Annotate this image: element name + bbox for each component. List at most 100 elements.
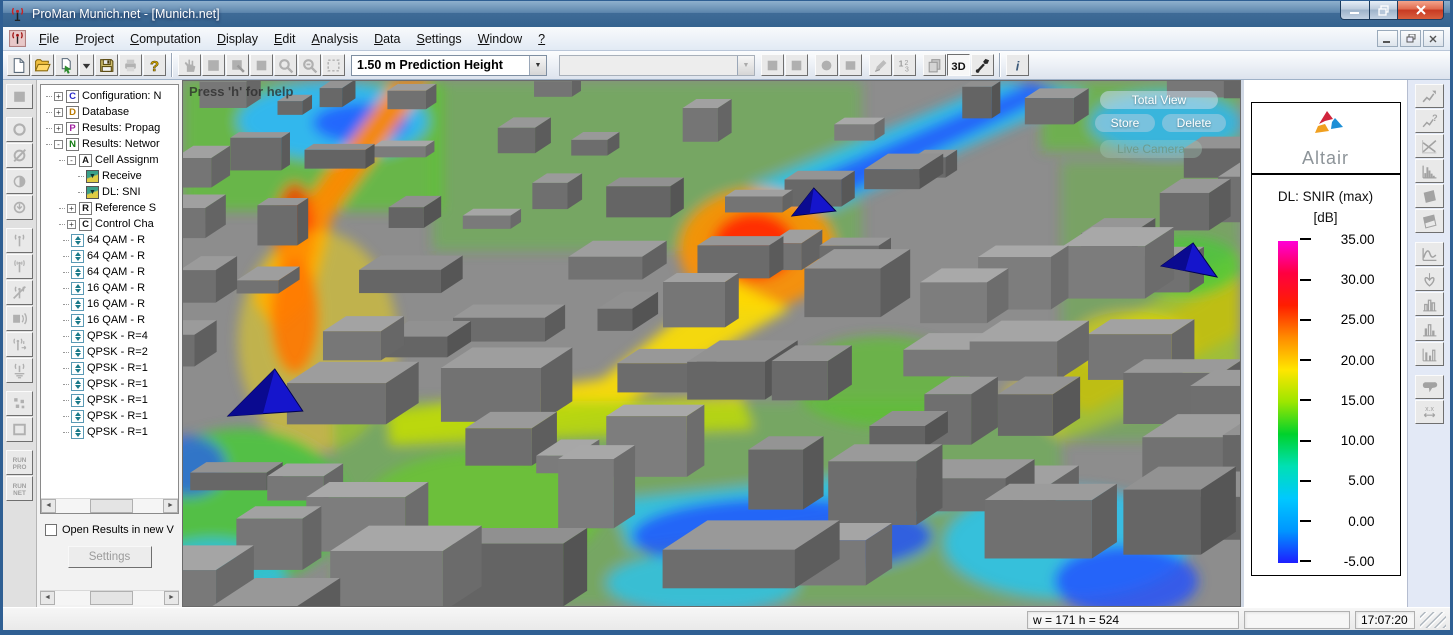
bar-chart-1-button: [1415, 292, 1444, 316]
scrollbar-thumb[interactable]: [90, 591, 134, 605]
tree-item[interactable]: 16 QAM - R: [44, 312, 178, 328]
open-folder-button[interactable]: [31, 54, 54, 76]
ellipse-tool-icon: [818, 57, 835, 74]
scroll-left-icon[interactable]: ◄: [40, 591, 55, 605]
tree-item[interactable]: -NResults: Networ: [44, 136, 178, 152]
tree-item[interactable]: 64 QAM - R: [44, 248, 178, 264]
select-area-button: [202, 54, 225, 76]
scrollbar-thumb[interactable]: [90, 499, 133, 513]
mdi-minimize-button[interactable]: [1377, 30, 1398, 47]
plot-question-button: ?: [1415, 109, 1444, 133]
tree-collapse-icon[interactable]: -: [54, 140, 63, 149]
live-camera-button[interactable]: Live Camera: [1100, 140, 1202, 158]
tree-item[interactable]: QPSK - R=1: [44, 376, 178, 392]
scroll-left-icon[interactable]: ◄: [41, 499, 56, 513]
tree-item[interactable]: QPSK - R=2: [44, 344, 178, 360]
mdi-restore-button[interactable]: [1400, 30, 1421, 47]
help-icon: ?: [146, 57, 163, 74]
prediction-height-combo[interactable]: 1.50 m Prediction Height ▼: [351, 55, 547, 76]
3d-viewport[interactable]: Press 'h' for help Total View Store Dele…: [182, 80, 1241, 607]
tree-item-label: Receive: [102, 170, 142, 182]
tree-expand-icon[interactable]: +: [54, 92, 63, 101]
modulation-spin-icon: [71, 234, 84, 247]
tree-item[interactable]: +DDatabase: [44, 104, 178, 120]
tree-item[interactable]: 16 QAM - R: [44, 296, 178, 312]
tree-item[interactable]: ▼Receive: [44, 168, 178, 184]
antenna-pattern-button: [1415, 267, 1444, 291]
tree-expand-icon[interactable]: +: [54, 124, 63, 133]
tree-item-label: QPSK - R=2: [87, 346, 148, 358]
modulation-spin-icon: [71, 266, 84, 279]
tree-item-label: Results: Networ: [82, 138, 160, 150]
dropdown-arrow-button[interactable]: [79, 54, 94, 76]
tree-item-label: Results: Propag: [82, 122, 160, 134]
tree-expand-icon[interactable]: +: [67, 220, 76, 229]
tree-horizontal-scrollbar[interactable]: ◄ ►: [41, 498, 178, 513]
tree-item[interactable]: 64 QAM - R: [44, 264, 178, 280]
titlebar[interactable]: ProMan Munich.net - [Munich.net]: [3, 1, 1450, 27]
copy-page-icon: [926, 57, 943, 74]
help-button[interactable]: ?: [143, 54, 166, 76]
tree-item[interactable]: QPSK - R=1: [44, 392, 178, 408]
filled-rect-icon: [11, 88, 28, 105]
modulation-spin-icon: [71, 394, 84, 407]
antenna-off-icon: [11, 284, 28, 301]
antenna-move-button: [6, 332, 33, 357]
resize-grip[interactable]: [1420, 612, 1446, 628]
value-range-button: x.x: [1415, 400, 1444, 424]
three-d-button[interactable]: 3D: [947, 54, 970, 76]
menu-computation[interactable]: Computation: [122, 29, 209, 49]
tree-item[interactable]: QPSK - R=1: [44, 360, 178, 376]
legend-tick: 15.00: [1300, 393, 1375, 408]
restore-button[interactable]: [1370, 1, 1398, 20]
delete-button[interactable]: Delete: [1162, 114, 1226, 132]
mdi-close-button[interactable]: [1423, 30, 1444, 47]
wrench-button[interactable]: [971, 54, 994, 76]
tree-collapse-icon[interactable]: -: [67, 156, 76, 165]
close-button[interactable]: [1398, 1, 1444, 20]
tree-item[interactable]: 16 QAM - R: [44, 280, 178, 296]
tree-item[interactable]: +RReference S: [44, 200, 178, 216]
open-results-row[interactable]: Open Results in new V: [45, 524, 177, 536]
tree-item[interactable]: QPSK - R=1: [44, 424, 178, 440]
info-button[interactable]: i: [1006, 54, 1029, 76]
tree-item[interactable]: 64 QAM - R: [44, 232, 178, 248]
circle-outline-icon: [11, 121, 28, 138]
minimize-button[interactable]: [1340, 1, 1370, 20]
antenna-move-icon: [11, 336, 28, 353]
tree-item[interactable]: +PResults: Propag: [44, 120, 178, 136]
combo-dropdown-arrow-icon[interactable]: ▼: [529, 56, 546, 75]
new-document-button[interactable]: [7, 54, 30, 76]
tree-expand-icon[interactable]: +: [54, 108, 63, 117]
menu-project[interactable]: Project: [67, 29, 122, 49]
menu-file[interactable]: File: [31, 29, 67, 49]
menu-edit[interactable]: Edit: [266, 29, 304, 49]
tree-item[interactable]: QPSK - R=4: [44, 328, 178, 344]
tree-item[interactable]: ▼DL: SNI: [44, 184, 178, 200]
settings-button[interactable]: Settings: [68, 546, 152, 568]
menu-window[interactable]: Window: [470, 29, 530, 49]
tree-item[interactable]: QPSK - R=1: [44, 408, 178, 424]
modulation-spin-icon: [71, 362, 84, 375]
total-view-button[interactable]: Total View: [1100, 91, 1218, 109]
rectangle-tool-icon: [842, 57, 859, 74]
scroll-right-icon[interactable]: ►: [163, 499, 178, 513]
histogram-chart-icon: [1421, 163, 1438, 180]
save-button[interactable]: [95, 54, 118, 76]
open-results-checkbox[interactable]: [45, 524, 57, 536]
menu-analysis[interactable]: Analysis: [304, 29, 367, 49]
menu-display[interactable]: Display: [209, 29, 266, 49]
panel-horizontal-scrollbar[interactable]: ◄ ►: [40, 590, 179, 605]
tree-item-label: 16 QAM - R: [87, 314, 145, 326]
menu-data[interactable]: Data: [366, 29, 408, 49]
statusbar: w = 171 h = 524 17:07:20: [3, 607, 1450, 631]
open-file-arrow-button[interactable]: [55, 54, 78, 76]
menu-settings[interactable]: Settings: [409, 29, 470, 49]
tree-item[interactable]: -ACell Assignm: [44, 152, 178, 168]
store-button[interactable]: Store: [1095, 114, 1155, 132]
tree-item[interactable]: +CConfiguration: N: [44, 88, 178, 104]
scroll-right-icon[interactable]: ►: [164, 591, 179, 605]
tree-expand-icon[interactable]: +: [67, 204, 76, 213]
menu-help[interactable]: ?: [530, 29, 553, 49]
tree-item[interactable]: +CControl Cha: [44, 216, 178, 232]
